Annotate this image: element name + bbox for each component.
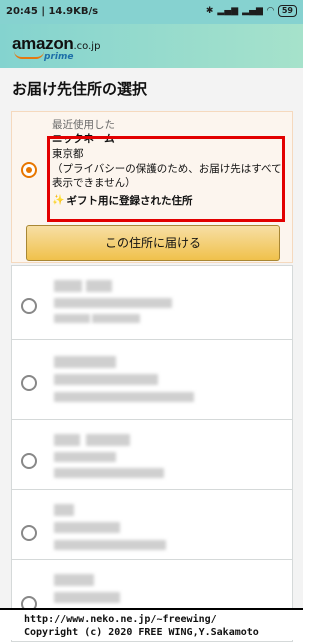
blurred-text — [54, 434, 80, 446]
address-card[interactable] — [11, 339, 293, 427]
amazon-prime-logo[interactable]: amazon.co.jp prime — [12, 34, 101, 62]
highlight-box — [47, 136, 285, 222]
address-card-selected[interactable]: 最近使用した ニックネーム 東京都 （プライバシーの保護のため、お届け先はすべて… — [11, 111, 293, 263]
address-radio[interactable] — [21, 525, 37, 541]
main-content: お届け先住所の選択 最近使用した ニックネーム 東京都 （プライバシーの保護のた… — [0, 68, 303, 642]
blurred-text — [54, 574, 94, 586]
wifi-icon: ◠ — [266, 6, 274, 16]
deliver-to-address-button[interactable]: この住所に届ける — [26, 225, 280, 261]
status-bar: 20:45 | 14.9KB/s ✱ ▂▄▆ ▂▄▆ ◠ 59 — [0, 0, 303, 24]
blurred-text — [54, 314, 90, 323]
address-radio[interactable] — [21, 375, 37, 391]
signal-icon: ▂▄▆ — [217, 6, 239, 16]
bluetooth-icon: ✱ — [205, 6, 214, 16]
network-speed: 14.9KB/s — [48, 6, 99, 17]
clock: 20:45 — [6, 6, 38, 17]
footer-url: http://www.neko.ne.jp/~freewing/ — [24, 614, 217, 625]
blurred-text — [54, 522, 120, 533]
blurred-text — [86, 434, 130, 446]
prime-text: prime — [44, 52, 74, 62]
blurred-text — [54, 298, 172, 308]
battery-icon: 59 — [277, 5, 297, 17]
app-header: amazon.co.jp prime — [0, 24, 303, 68]
footer-copyright: Copyright (c) 2020 FREE WING,Y.Sakamoto — [24, 627, 259, 638]
address-radio[interactable] — [21, 453, 37, 469]
blurred-text — [92, 314, 140, 323]
address-radio-selected[interactable] — [21, 162, 37, 178]
status-icons: ✱ ▂▄▆ ▂▄▆ ◠ 59 — [206, 5, 297, 17]
brand-tld: .co.jp — [73, 41, 101, 52]
address-radio[interactable] — [21, 298, 37, 314]
blurred-text — [54, 468, 164, 478]
address-card[interactable] — [11, 265, 293, 349]
status-time: 20:45 | 14.9KB/s — [6, 6, 99, 17]
recent-label: 最近使用した — [52, 119, 115, 131]
blurred-text — [54, 592, 120, 603]
blurred-text — [54, 504, 74, 516]
blurred-text — [54, 452, 116, 462]
blurred-text — [54, 356, 116, 368]
blurred-text — [54, 374, 158, 385]
signal-icon-2: ▂▄▆ — [242, 6, 263, 16]
copyright-footer: http://www.neko.ne.jp/~freewing/ Copyrig… — [0, 608, 303, 640]
blurred-text — [54, 280, 82, 292]
blurred-text — [54, 540, 166, 550]
page-title: お届け先住所の選択 — [12, 80, 148, 98]
smile-icon — [14, 51, 44, 59]
blurred-text — [54, 392, 194, 402]
blurred-text — [86, 280, 112, 292]
